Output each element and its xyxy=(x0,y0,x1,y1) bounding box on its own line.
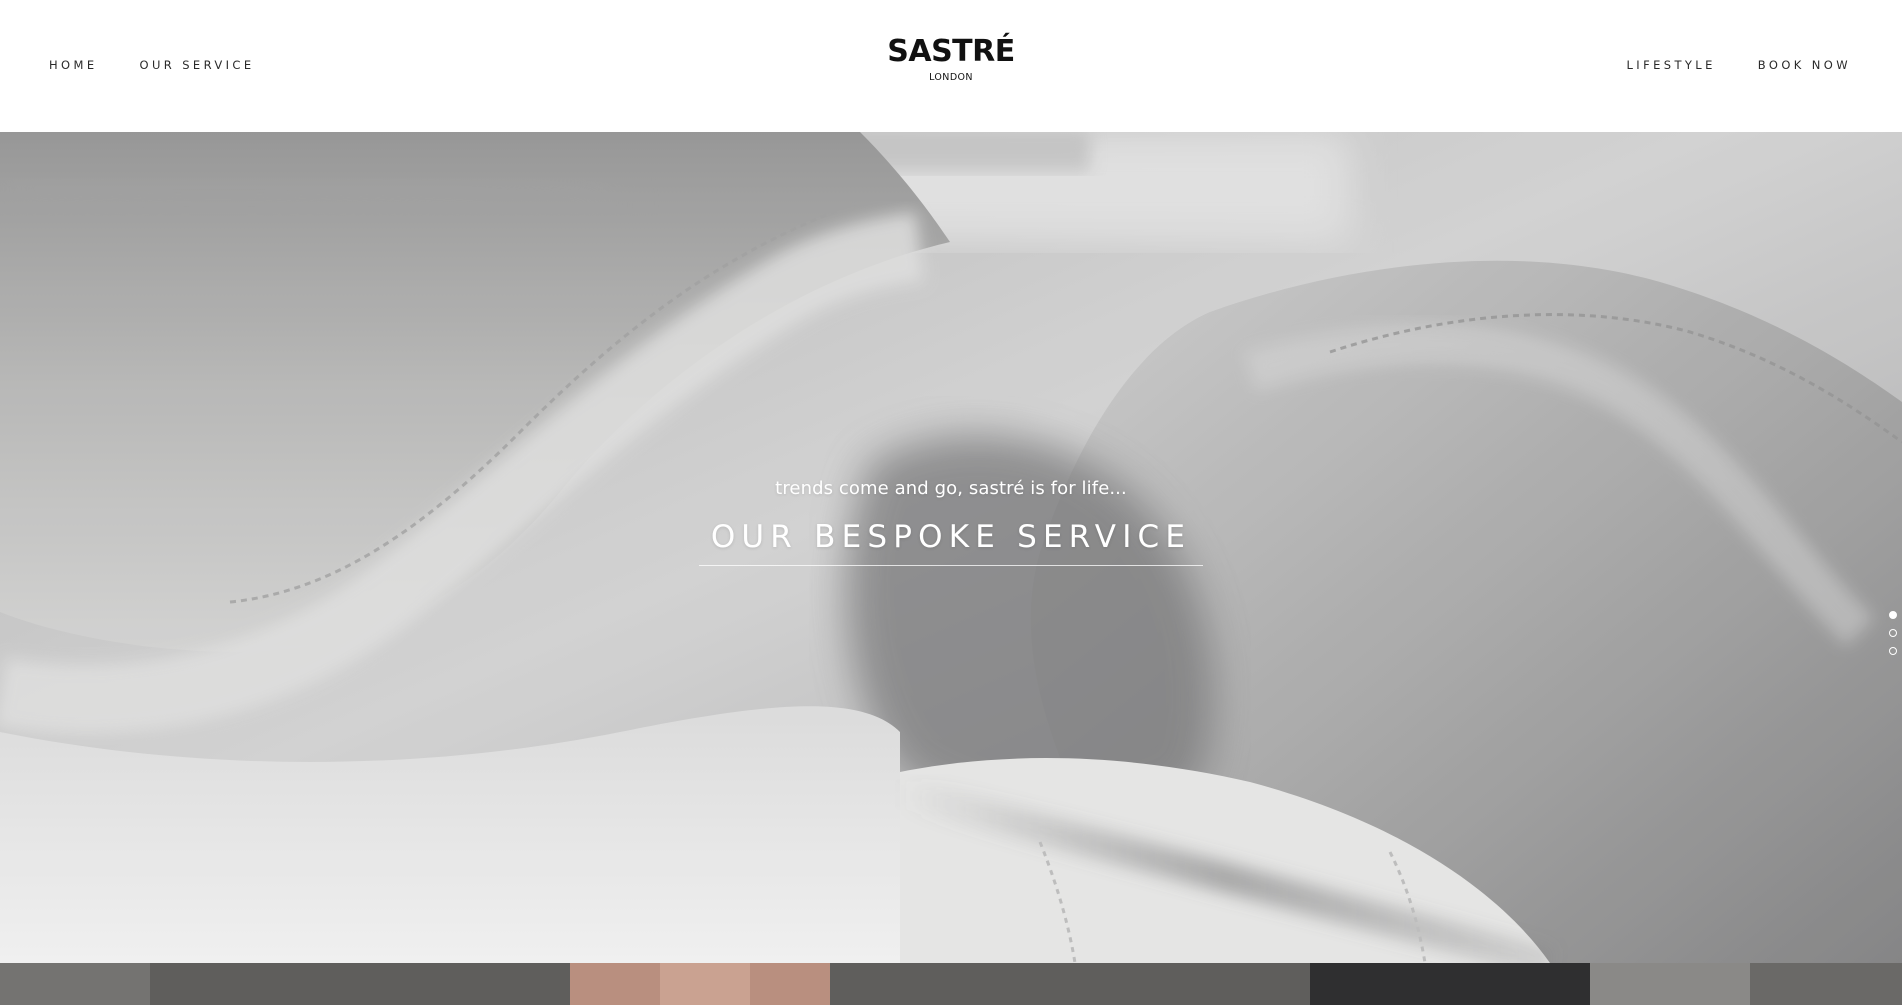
logo-location: LONDON xyxy=(929,72,973,83)
slide-dot-2[interactable] xyxy=(1889,629,1897,637)
nav-our-service-link[interactable]: OUR SERVICE xyxy=(140,58,255,72)
our-bespoke-service-link[interactable]: OUR BESPOKE SERVICE xyxy=(698,519,1204,566)
next-section-image xyxy=(0,963,1902,1005)
nav-lifestyle-link[interactable]: LIFESTYLE xyxy=(1626,58,1715,72)
hero-section: trends come and go, sastré is for life..… xyxy=(0,132,1902,963)
nav-left: HOME OUR SERVICE xyxy=(49,58,255,72)
nav-right: LIFESTYLE BOOK NOW xyxy=(1626,58,1851,72)
slide-pagination xyxy=(1889,611,1897,655)
next-section-preview xyxy=(0,963,1902,1005)
site-header: HOME OUR SERVICE SASTRÉ LONDON LIFESTYLE… xyxy=(0,0,1902,132)
sastre-logo[interactable]: SASTRÉ LONDON xyxy=(887,34,1015,84)
nav-book-now-link[interactable]: BOOK NOW xyxy=(1758,58,1851,72)
hero-tagline: trends come and go, sastré is for life..… xyxy=(775,478,1127,499)
slide-dot-3[interactable] xyxy=(1889,647,1897,655)
slide-dot-1[interactable] xyxy=(1889,611,1897,619)
hero-text-block: trends come and go, sastré is for life..… xyxy=(651,478,1251,566)
nav-home-link[interactable]: HOME xyxy=(49,58,98,72)
logo-wordmark: SASTRÉ xyxy=(887,34,1015,69)
